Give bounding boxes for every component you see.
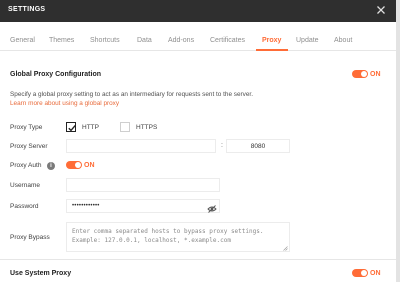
proxy-auth-toggle-label: ON bbox=[84, 162, 95, 169]
username-input[interactable] bbox=[66, 178, 220, 192]
resize-handle-icon[interactable] bbox=[283, 245, 288, 251]
proxy-settings-panel: Global Proxy Configuration ON Specify a … bbox=[0, 52, 396, 282]
window-title: SETTINGS bbox=[8, 6, 46, 13]
proxy-bypass-label: Proxy Bypass bbox=[10, 234, 50, 241]
proxy-server-label: Proxy Server bbox=[10, 143, 48, 150]
https-label: HTTPS bbox=[136, 124, 158, 131]
tab-update[interactable]: Update bbox=[296, 37, 319, 44]
section-divider bbox=[0, 259, 396, 260]
global-proxy-toggle[interactable] bbox=[352, 70, 368, 78]
proxy-auth-toggle[interactable] bbox=[66, 161, 82, 169]
tab-shortcuts[interactable]: Shortcuts bbox=[90, 37, 120, 44]
proxy-type-label: Proxy Type bbox=[10, 124, 43, 131]
checkmark-icon bbox=[68, 124, 76, 132]
port-separator: : bbox=[221, 142, 223, 149]
system-proxy-title: Use System Proxy bbox=[10, 270, 72, 277]
bypass-placeholder-line2: Example: 127.0.0.1, localhost, *.example… bbox=[72, 237, 231, 244]
toggle-knob bbox=[75, 162, 81, 168]
close-icon[interactable] bbox=[374, 3, 388, 17]
tab-data[interactable]: Data bbox=[137, 37, 152, 44]
tab-proxy[interactable]: Proxy bbox=[262, 37, 281, 44]
learn-more-link[interactable]: Learn more about using a global proxy bbox=[10, 100, 119, 107]
system-proxy-toggle[interactable] bbox=[352, 269, 368, 277]
info-icon[interactable]: i bbox=[47, 162, 55, 170]
global-proxy-toggle-label: ON bbox=[370, 71, 381, 78]
username-label: Username bbox=[10, 182, 40, 189]
system-proxy-toggle-label: ON bbox=[370, 270, 381, 277]
http-checkbox[interactable] bbox=[66, 122, 76, 132]
proxy-bypass-textarea[interactable]: Enter comma separated hosts to bypass pr… bbox=[66, 222, 290, 252]
toggle-knob bbox=[361, 71, 367, 77]
proxy-port-input[interactable]: 8080 bbox=[226, 139, 290, 153]
proxy-auth-label: Proxy Auth bbox=[10, 162, 42, 169]
proxy-server-input[interactable] bbox=[66, 139, 216, 153]
password-label: Password bbox=[10, 203, 39, 210]
http-label: HTTP bbox=[82, 124, 99, 131]
global-proxy-description: Specify a global proxy setting to act as… bbox=[10, 91, 253, 98]
tab-add-ons[interactable]: Add-ons bbox=[168, 37, 194, 44]
active-tab-indicator bbox=[256, 49, 288, 51]
tab-themes[interactable]: Themes bbox=[49, 37, 74, 44]
page-scrollbar[interactable] bbox=[396, 0, 400, 282]
toggle-knob bbox=[361, 270, 367, 276]
tab-certificates[interactable]: Certificates bbox=[210, 37, 245, 44]
settings-tabs: General Themes Shortcuts Data Add-ons Ce… bbox=[0, 22, 396, 51]
tab-about[interactable]: About bbox=[334, 37, 352, 44]
bypass-placeholder-line1: Enter comma separated hosts to bypass pr… bbox=[72, 228, 264, 235]
https-checkbox[interactable] bbox=[120, 122, 130, 132]
settings-window: SETTINGS General Themes Shortcuts Data A… bbox=[0, 0, 396, 282]
title-bar: SETTINGS bbox=[0, 0, 396, 22]
tab-general[interactable]: General bbox=[10, 37, 35, 44]
eye-slash-icon[interactable] bbox=[207, 201, 217, 213]
global-proxy-title: Global Proxy Configuration bbox=[10, 71, 102, 78]
password-input[interactable]: •••••••••••• bbox=[66, 199, 220, 213]
